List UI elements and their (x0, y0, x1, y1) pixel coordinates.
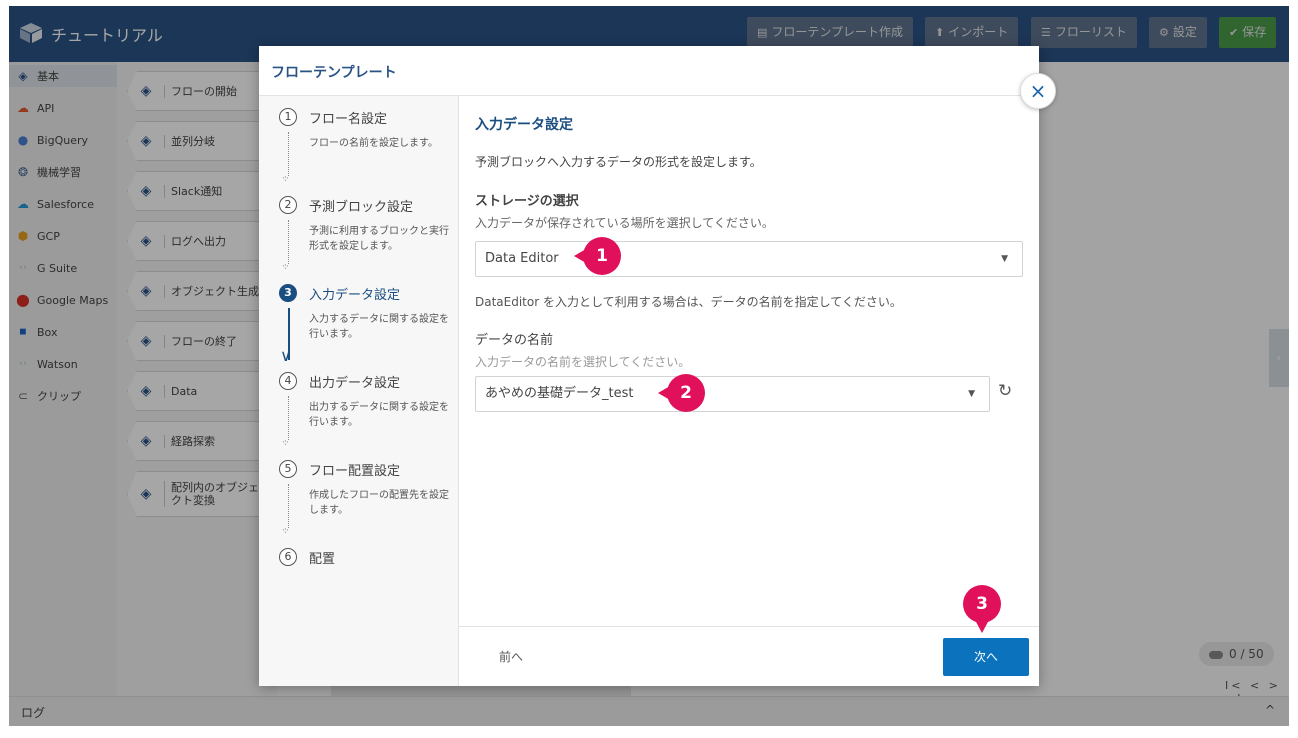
step-connector-tail: ·:· (282, 262, 289, 272)
step-number: 2 (279, 196, 297, 214)
callout-badge-2: 2 (658, 374, 705, 412)
callout-badge-3: 3 (963, 585, 1001, 633)
dialog-title: フローテンプレート (271, 65, 397, 81)
storage-label: ストレージの選択 (475, 194, 579, 209)
storage-select-value: Data Editor (485, 251, 559, 266)
step-title[interactable]: フロー配置設定 (309, 460, 400, 479)
arrow-down-icon: ∨ (280, 346, 292, 365)
step-title-current[interactable]: 入力データ設定 (309, 284, 400, 303)
section-description: 予測ブロックへ入力するデータの形式を設定します。 (475, 155, 762, 169)
step-number: 6 (279, 548, 297, 566)
dataeditor-note: DataEditor を入力として利用する場合は、データの名前を指定してください… (475, 295, 902, 309)
data-name-select[interactable]: あやめの基礎データ_test ▼ (475, 376, 990, 412)
refresh-icon[interactable]: ↻ (998, 381, 1012, 401)
next-button[interactable]: 次へ (943, 638, 1029, 676)
step-connector-tail: ·:· (282, 526, 289, 536)
step-desc: 作成したフローの配置先を設定します。 (309, 490, 449, 516)
step-content: 入力データ設定 予測ブロックへ入力するデータの形式を設定します。 ストレージの選… (459, 96, 1039, 626)
step-desc: フローの名前を設定します。 (309, 138, 438, 149)
step-title[interactable]: フロー名設定 (309, 108, 387, 127)
step-connector-tail: ·:· (282, 174, 289, 184)
step-number: 1 (279, 108, 297, 126)
step-desc: 予測に利用するブロックと実行形式を設定します。 (309, 226, 449, 252)
step-title[interactable]: 予測ブロック設定 (309, 196, 413, 215)
callout-badge-1: 1 (574, 237, 621, 275)
step-title[interactable]: 配置 (309, 548, 335, 567)
data-name-label: データの名前 (475, 333, 554, 348)
prev-button[interactable]: 前へ (499, 648, 523, 665)
flow-template-dialog: フローテンプレート × 1 フロー名設定 フローの名前を設定します。 ·:· 2… (259, 46, 1056, 686)
step-connector (288, 396, 289, 440)
caret-down-icon: ▼ (968, 389, 975, 399)
step-connector (288, 484, 289, 528)
storage-select[interactable]: Data Editor ▼ (475, 241, 1023, 277)
wizard-steps: 1 フロー名設定 フローの名前を設定します。 ·:· 2 予測ブロック設定 予測… (259, 96, 459, 686)
step-desc: 出力するデータに関する設定を行います。 (309, 402, 449, 428)
data-name-select-value: あやめの基礎データ_test (485, 386, 634, 401)
step-number: 5 (279, 460, 297, 478)
step-number: 4 (279, 372, 297, 390)
data-name-help-text: 入力データの名前を選択してください。 (475, 355, 691, 369)
storage-help-text: 入力データが保存されている場所を選択してください。 (475, 216, 774, 230)
step-connector (288, 220, 289, 264)
dialog-header: フローテンプレート (259, 46, 1039, 96)
section-title: 入力データ設定 (475, 117, 573, 133)
step-connector-tail: ·:· (282, 438, 289, 448)
caret-down-icon: ▼ (1001, 254, 1008, 264)
step-connector (288, 132, 289, 176)
step-title[interactable]: 出力データ設定 (309, 372, 400, 391)
dialog-footer: 前へ 次へ (459, 626, 1039, 686)
step-number-current: 3 (279, 284, 297, 302)
step-desc: 入力するデータに関する設定を行います。 (309, 314, 449, 340)
